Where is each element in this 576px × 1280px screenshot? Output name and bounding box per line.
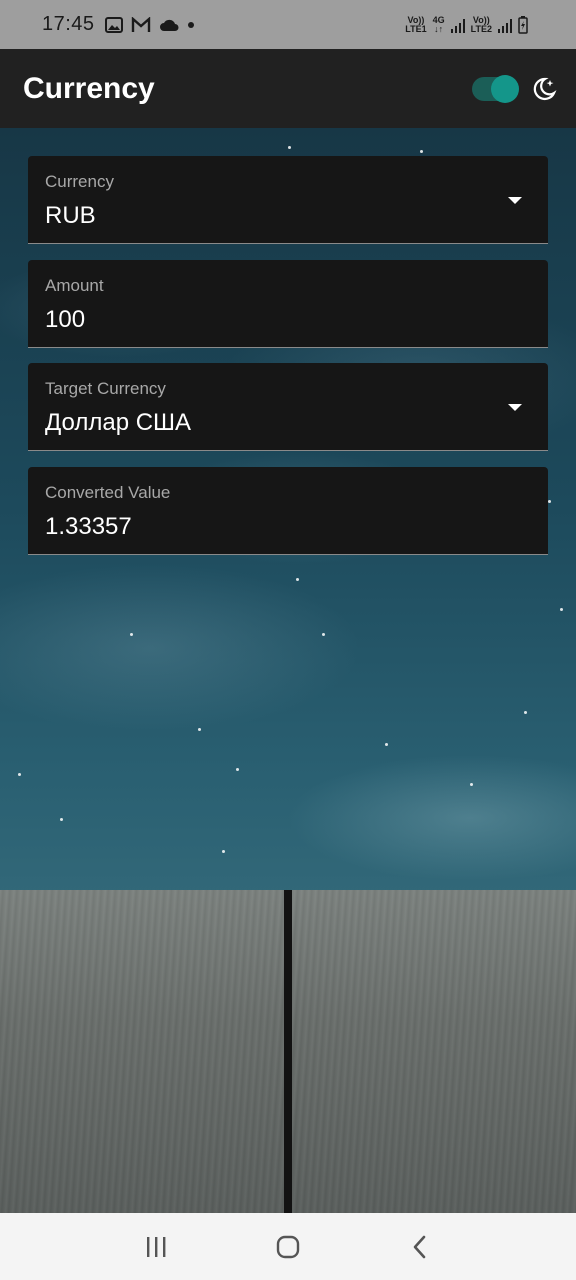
signal-2-icon xyxy=(498,17,512,33)
signal-icon xyxy=(450,17,465,33)
app-bar: Currency xyxy=(0,49,576,128)
target-currency-value: Доллар США xyxy=(45,409,192,436)
network-indicator-2: Vo)) LTE2 xyxy=(470,14,492,34)
converted-value: 1.33357 xyxy=(45,513,132,540)
gallery-icon xyxy=(104,16,123,33)
converted-value-field[interactable]: Converted Value 1.33357 xyxy=(28,467,548,555)
target-currency-label: Target Currency xyxy=(45,379,166,398)
dropdown-arrow-icon xyxy=(508,197,522,204)
amount-value: 100 xyxy=(45,306,86,333)
home-icon[interactable] xyxy=(258,1217,318,1277)
dot-icon xyxy=(187,21,195,29)
currency-label: Currency xyxy=(45,172,114,191)
wooden-floor xyxy=(0,890,576,1213)
system-navigation-bar xyxy=(0,1213,576,1280)
network-type: 4G ↓↑ xyxy=(432,14,445,34)
target-currency-dropdown[interactable]: Target Currency Доллар США xyxy=(28,363,548,451)
back-icon[interactable] xyxy=(390,1217,450,1277)
converted-value-label: Converted Value xyxy=(45,483,171,502)
network-indicator-1: Vo)) LTE1 xyxy=(405,14,427,34)
moon-stars-icon[interactable] xyxy=(530,75,558,103)
currency-dropdown[interactable]: Currency RUB xyxy=(28,156,548,244)
page-title: Currency xyxy=(23,71,155,105)
gmail-icon xyxy=(131,16,151,33)
theme-toggle[interactable] xyxy=(472,74,519,103)
amount-field[interactable]: Amount 100 xyxy=(28,260,548,348)
recents-icon[interactable] xyxy=(126,1217,186,1277)
status-right: Vo)) LTE1 4G ↓↑ Vo)) LTE2 xyxy=(405,14,536,34)
cloud-icon xyxy=(159,18,179,32)
toggle-knob xyxy=(491,74,519,103)
battery-icon xyxy=(518,15,528,34)
dropdown-arrow-icon xyxy=(508,404,522,411)
status-bar: 17:45 Vo)) LTE1 4G ↓↑ Vo)) LTE2 xyxy=(0,0,576,49)
currency-value: RUB xyxy=(45,202,96,229)
status-time: 17:45 xyxy=(42,13,95,35)
amount-label: Amount xyxy=(45,276,104,295)
